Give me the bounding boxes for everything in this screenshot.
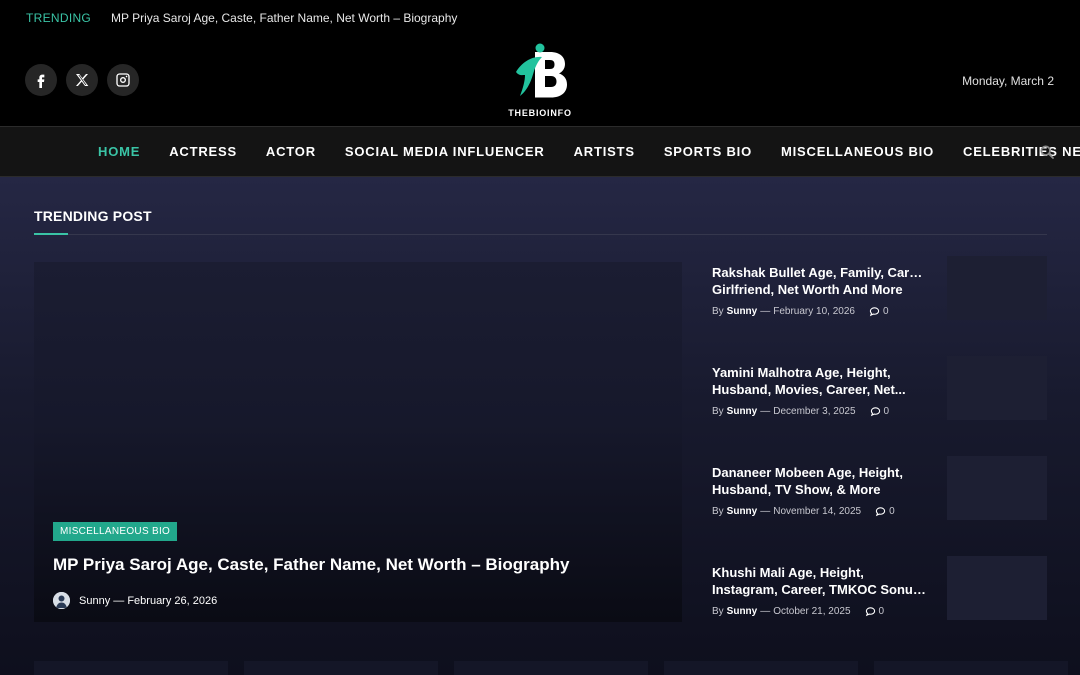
side-post-title-line: Husband, TV Show, & More xyxy=(712,482,881,497)
side-post[interactable]: Yamini Malhotra Age, Height, Husband, Mo… xyxy=(712,356,1047,434)
meta-separator: — xyxy=(760,306,771,317)
avatar xyxy=(53,592,70,609)
post-card[interactable] xyxy=(664,661,858,675)
nav-item-sports-bio[interactable]: SPORTS BIO xyxy=(664,144,752,159)
nav-item-actress[interactable]: ACTRESS xyxy=(169,144,237,159)
side-post-title-line: Husband, Movies, Career, Net... xyxy=(712,382,906,397)
meta-separator: — xyxy=(110,594,128,607)
logo-text: THEBIOINFO xyxy=(508,108,572,118)
side-post-thumbnail[interactable] xyxy=(947,356,1047,420)
user-avatar-icon xyxy=(53,592,70,609)
side-post-title-line: Khushi Mali Age, Height, xyxy=(712,565,864,580)
side-post-title[interactable]: Dananeer Mobeen Age, Height, Husband, TV… xyxy=(712,464,927,498)
section-title: TRENDING POST xyxy=(34,208,152,224)
post-date: November 14, 2025 xyxy=(773,506,862,517)
meta-separator: — xyxy=(760,406,771,417)
post-author[interactable]: Sunny xyxy=(727,606,758,617)
site-logo[interactable]: THEBIOINFO xyxy=(502,42,578,120)
post-grid-preview xyxy=(34,661,1068,675)
featured-post-author[interactable]: Sunny xyxy=(79,595,110,607)
nav-menu: HOME ACTRESS ACTOR SOCIAL MEDIA INFLUENC… xyxy=(98,127,1080,176)
trending-label: TRENDING xyxy=(26,11,92,25)
comments-link[interactable]: 0 xyxy=(865,606,885,617)
comment-count: 0 xyxy=(878,606,885,617)
side-post[interactable]: Rakshak Bullet Age, Family, Career, Girl… xyxy=(712,256,1047,334)
post-author[interactable]: Sunny xyxy=(727,306,758,317)
side-post-meta: By Sunny — November 14, 2025 0 xyxy=(712,506,895,517)
x-icon xyxy=(76,74,89,86)
by-label: By xyxy=(712,506,724,517)
side-post[interactable]: Khushi Mali Age, Height, Instagram, Care… xyxy=(712,556,1047,634)
side-post-title[interactable]: Rakshak Bullet Age, Family, Career, Girl… xyxy=(712,264,927,298)
section-divider xyxy=(34,234,1047,235)
by-label: By xyxy=(712,306,724,317)
side-post-title-line: Rakshak Bullet Age, Family, Career, xyxy=(712,265,927,280)
comments-link[interactable]: 0 xyxy=(870,406,890,417)
featured-post-meta: Sunny — February 26, 2026 xyxy=(53,592,217,609)
comment-icon xyxy=(870,407,880,417)
post-date: October 21, 2025 xyxy=(773,606,851,617)
meta-separator: — xyxy=(760,606,771,617)
post-author[interactable]: Sunny xyxy=(727,406,758,417)
nav-item-celebrities-news[interactable]: CELEBRITIES NEWS xyxy=(963,144,1080,159)
post-date: December 3, 2025 xyxy=(773,406,856,417)
post-card[interactable] xyxy=(874,661,1068,675)
facebook-icon xyxy=(37,74,45,88)
nav-item-home[interactable]: HOME xyxy=(98,144,140,159)
side-post-meta: By Sunny — October 21, 2025 0 xyxy=(712,606,884,617)
featured-post-title[interactable]: MP Priya Saroj Age, Caste, Father Name, … xyxy=(53,555,569,575)
side-post-title-line: Dananeer Mobeen Age, Height, xyxy=(712,465,903,480)
side-post-title-line: Girlfriend, Net Worth And More xyxy=(712,282,903,297)
post-card[interactable] xyxy=(34,661,228,675)
comments-link[interactable]: 0 xyxy=(869,306,889,317)
post-card[interactable] xyxy=(244,661,438,675)
featured-post[interactable]: MISCELLANEOUS BIO MP Priya Saroj Age, Ca… xyxy=(34,262,682,622)
main-nav: HOME ACTRESS ACTOR SOCIAL MEDIA INFLUENC… xyxy=(0,126,1080,177)
side-post-thumbnail[interactable] xyxy=(947,556,1047,620)
side-post[interactable]: Dananeer Mobeen Age, Height, Husband, TV… xyxy=(712,456,1047,534)
post-author[interactable]: Sunny xyxy=(727,506,758,517)
comments-link[interactable]: 0 xyxy=(875,506,895,517)
site-header: THEBIOINFO Monday, March 2 xyxy=(0,36,1080,126)
post-card[interactable] xyxy=(454,661,648,675)
instagram-icon xyxy=(116,73,130,87)
nav-item-artists[interactable]: ARTISTS xyxy=(574,144,635,159)
x-button[interactable] xyxy=(66,64,98,96)
side-post-title-line: Instagram, Career, TMKOC Sonu ... xyxy=(712,582,927,597)
side-post-title[interactable]: Khushi Mali Age, Height, Instagram, Care… xyxy=(712,564,927,598)
comment-icon xyxy=(865,607,875,617)
instagram-button[interactable] xyxy=(107,64,139,96)
comment-count: 0 xyxy=(889,506,895,517)
comment-icon xyxy=(869,307,880,317)
nav-item-social-media-influencer[interactable]: SOCIAL MEDIA INFLUENCER xyxy=(345,144,545,159)
trending-bar: TRENDING MP Priya Saroj Age, Caste, Fath… xyxy=(0,0,1080,36)
trending-post-link[interactable]: MP Priya Saroj Age, Caste, Father Name, … xyxy=(111,11,457,25)
comment-icon xyxy=(875,507,886,517)
social-links xyxy=(25,64,139,96)
side-post-thumbnail[interactable] xyxy=(947,256,1047,320)
by-label: By xyxy=(712,406,724,417)
main-content: TRENDING POST MISCELLANEOUS BIO MP Priya… xyxy=(0,177,1080,675)
by-label: By xyxy=(712,606,724,617)
comment-count: 0 xyxy=(882,306,889,317)
post-date: February 10, 2026 xyxy=(773,306,855,317)
side-post-title-line: Yamini Malhotra Age, Height, xyxy=(712,365,891,380)
side-post-meta: By Sunny — December 3, 2025 0 xyxy=(712,406,889,417)
facebook-button[interactable] xyxy=(25,64,57,96)
comment-count: 0 xyxy=(883,406,890,417)
featured-post-date: February 26, 2026 xyxy=(127,594,218,607)
current-date: Monday, March 2 xyxy=(962,74,1054,88)
side-post-meta: By Sunny — February 10, 2026 0 xyxy=(712,306,889,317)
nav-item-actor[interactable]: ACTOR xyxy=(266,144,316,159)
category-badge[interactable]: MISCELLANEOUS BIO xyxy=(53,522,178,541)
side-post-thumbnail[interactable] xyxy=(947,456,1047,520)
search-icon[interactable] xyxy=(1039,144,1055,160)
nav-item-miscellaneous-bio[interactable]: MISCELLANEOUS BIO xyxy=(781,144,934,159)
logo-icon xyxy=(516,43,567,98)
section-accent-bar xyxy=(34,233,68,235)
meta-separator: — xyxy=(760,506,771,517)
side-post-title[interactable]: Yamini Malhotra Age, Height, Husband, Mo… xyxy=(712,364,927,398)
